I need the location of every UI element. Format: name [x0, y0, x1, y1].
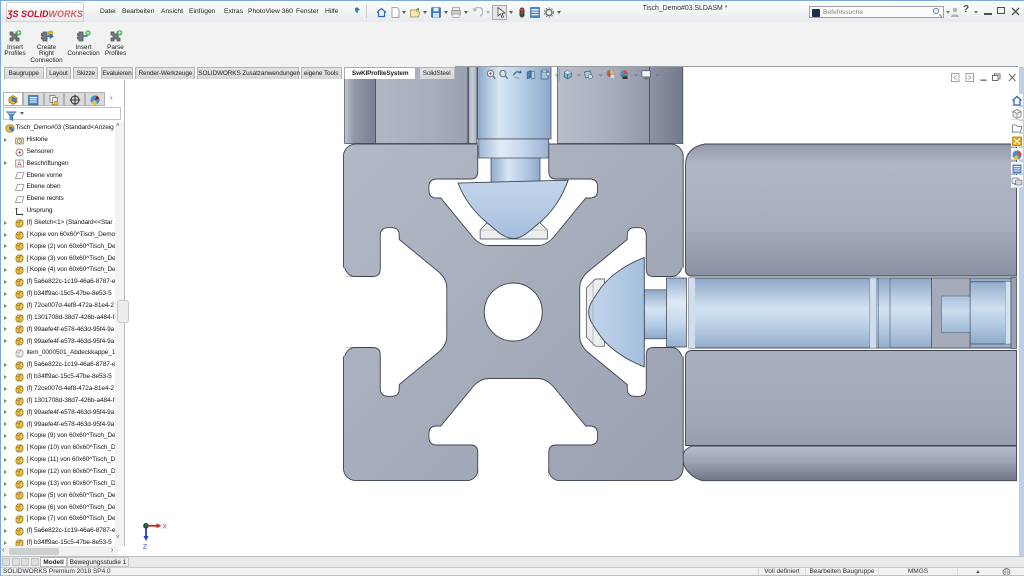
svg-text:Z: Z [143, 544, 147, 551]
svg-text:A: A [17, 161, 22, 168]
svg-text:X: X [163, 524, 168, 531]
